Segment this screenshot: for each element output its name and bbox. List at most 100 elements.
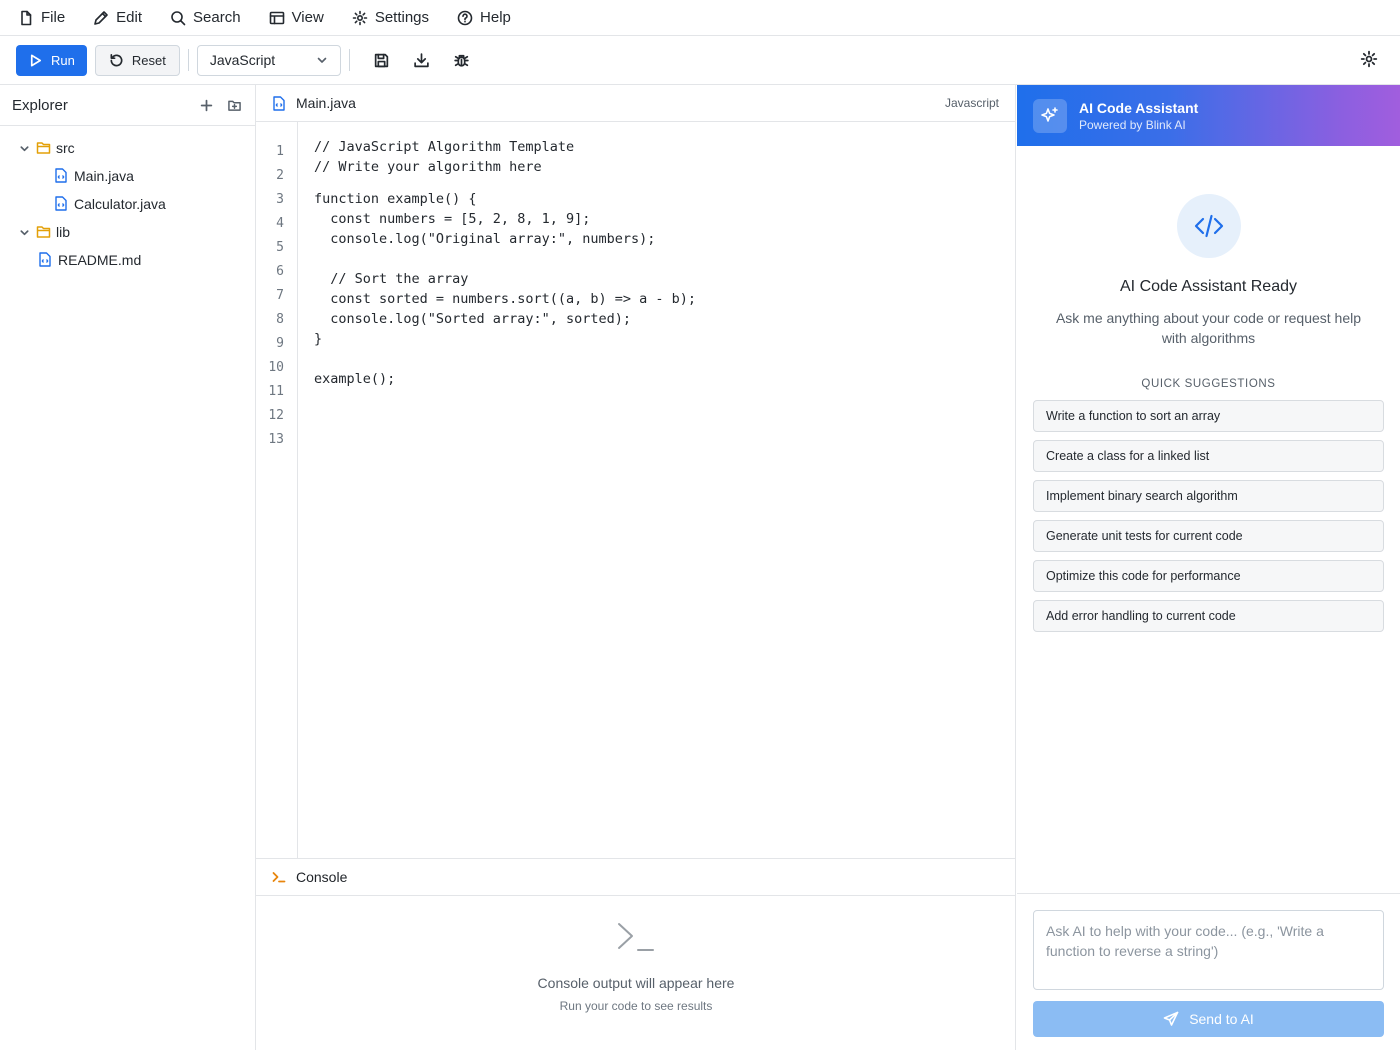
language-select-value: JavaScript xyxy=(209,52,276,68)
send-icon xyxy=(1163,1011,1179,1026)
tree-folder-src[interactable]: src xyxy=(0,134,255,162)
line-number: 1 xyxy=(276,144,284,159)
code-line: const sorted = numbers.sort((a, b) => a … xyxy=(314,291,697,307)
language-select[interactable]: JavaScript xyxy=(196,44,341,76)
code-line: example(); xyxy=(314,371,396,387)
editor-tab[interactable]: Main.java Javascript xyxy=(256,85,1015,122)
debug-button[interactable] xyxy=(446,45,478,76)
chevron-down-icon xyxy=(317,57,327,63)
run-button-label: Run xyxy=(51,52,75,68)
toolbar-settings-button[interactable] xyxy=(1360,50,1380,70)
chevron-down-icon[interactable] xyxy=(16,140,32,156)
ai-header: AI Code Assistant Powered by Blink AI xyxy=(1017,85,1400,146)
line-number: 8 xyxy=(276,312,284,327)
quick-suggestions-title: QUICK SUGGESTIONS xyxy=(1141,378,1276,390)
line-number: 9 xyxy=(276,336,284,351)
line-number: 12 xyxy=(268,408,284,423)
console-empty-sub: Run your code to see results xyxy=(559,999,713,1013)
editor-language-label: Javascript xyxy=(944,96,999,110)
run-button[interactable]: Run xyxy=(16,44,87,76)
code-line: function example() { xyxy=(314,191,477,207)
gear-icon xyxy=(1360,50,1378,68)
console-panel: Console Console output will appear here … xyxy=(256,858,1016,1050)
download-icon xyxy=(414,52,430,67)
ai-description: Ask me anything about your code or reque… xyxy=(1055,310,1362,346)
ai-input-area: Send to AI xyxy=(1017,893,1400,1050)
code-line: // Write your algorithm here xyxy=(314,159,542,175)
file-explorer: Explorer src Main.java Calculator.java l… xyxy=(0,85,256,1050)
suggestion-button[interactable]: Generate unit tests for current code xyxy=(1033,520,1384,552)
code-file-icon xyxy=(273,95,285,111)
console-empty-message: Console output will appear here xyxy=(537,975,735,991)
menu-view-label: View xyxy=(291,9,324,26)
line-number: 13 xyxy=(268,432,284,447)
line-number-gutter: 1 2 3 4 5 6 7 8 9 10 11 12 13 xyxy=(256,122,298,858)
line-number: 4 xyxy=(276,216,284,231)
menu-help-label: Help xyxy=(480,9,511,26)
code-file-icon xyxy=(38,252,54,268)
save-icon xyxy=(375,53,389,67)
tree-file-readme[interactable]: README.md xyxy=(0,246,255,274)
menu-settings[interactable]: Settings xyxy=(350,0,443,36)
line-number: 7 xyxy=(276,288,284,303)
send-button-label: Send to AI xyxy=(1189,1011,1254,1027)
code-line: } xyxy=(314,331,323,347)
pencil-icon xyxy=(94,10,108,25)
menu-search[interactable]: Search xyxy=(168,0,255,36)
save-button[interactable] xyxy=(366,45,398,76)
new-file-button[interactable] xyxy=(197,96,215,114)
tree-folder-lib[interactable]: lib xyxy=(0,218,255,246)
code-line: // JavaScript Algorithm Template xyxy=(314,139,575,155)
tree-item-label: Calculator.java xyxy=(74,196,166,212)
suggestion-button[interactable]: Optimize this code for performance xyxy=(1033,560,1384,592)
editor-tab-filename: Main.java xyxy=(296,95,356,111)
console-empty-state: Console output will appear here Run your… xyxy=(256,919,1016,1013)
code-editor: Main.java Javascript 1 2 3 4 5 6 7 8 9 1… xyxy=(256,85,1016,858)
menu-help[interactable]: Help xyxy=(455,0,525,36)
toolbar-divider xyxy=(348,49,350,71)
file-tree: src Main.java Calculator.java lib README… xyxy=(0,126,255,274)
folder-open-icon xyxy=(36,140,52,156)
download-button[interactable] xyxy=(406,45,438,76)
code-line: // Sort the array xyxy=(314,271,469,287)
tree-item-label: README.md xyxy=(58,252,142,268)
suggestion-button[interactable]: Implement binary search algorithm xyxy=(1033,480,1384,512)
console-title: Console xyxy=(296,869,348,885)
code-area[interactable]: 1 2 3 4 5 6 7 8 9 10 11 12 13 // JavaScr… xyxy=(256,122,1016,858)
suggestion-button[interactable]: Write a function to sort an array xyxy=(1033,400,1384,432)
tree-file-main-java[interactable]: Main.java xyxy=(0,162,255,190)
tree-file-calculator-java[interactable]: Calculator.java xyxy=(0,190,255,218)
menu-file-label: File xyxy=(41,9,66,26)
menu-edit[interactable]: Edit xyxy=(91,0,156,36)
code-line: console.log("Original array:", numbers); xyxy=(314,231,656,247)
code-content[interactable]: // JavaScript Algorithm Template // Writ… xyxy=(298,122,696,858)
tree-item-label: lib xyxy=(56,224,71,240)
new-folder-button[interactable] xyxy=(225,96,243,114)
folder-open-icon xyxy=(36,224,52,240)
send-to-ai-button[interactable]: Send to AI xyxy=(1033,1001,1384,1037)
bug-icon xyxy=(454,54,470,67)
explorer-actions xyxy=(197,96,243,114)
reset-button[interactable]: Reset xyxy=(94,44,180,76)
menu-view[interactable]: View xyxy=(267,0,338,36)
code-file-icon xyxy=(54,196,70,212)
menu-settings-label: Settings xyxy=(374,9,430,26)
suggestion-button[interactable]: Add error handling to current code xyxy=(1033,600,1384,632)
explorer-title: Explorer xyxy=(12,96,68,114)
ai-assistant-panel: AI Code Assistant Powered by Blink AI AI… xyxy=(1017,85,1400,1050)
ai-title: AI Code Assistant xyxy=(1079,99,1199,116)
editor-tab-title: Main.java xyxy=(272,95,356,111)
file-icon xyxy=(21,10,32,25)
console-header: Console xyxy=(256,859,1015,896)
chevron-down-icon[interactable] xyxy=(16,224,32,240)
menu-file[interactable]: File xyxy=(16,0,79,36)
explorer-header: Explorer xyxy=(0,85,255,126)
suggestion-button[interactable]: Create a class for a linked list xyxy=(1033,440,1384,472)
menu-bar: File Edit Search View Settings Help xyxy=(0,0,1400,36)
toolbar: Run Reset JavaScript xyxy=(0,36,1400,85)
play-icon xyxy=(30,54,42,66)
ai-prompt-input[interactable] xyxy=(1033,910,1384,990)
code-file-icon xyxy=(54,168,70,184)
